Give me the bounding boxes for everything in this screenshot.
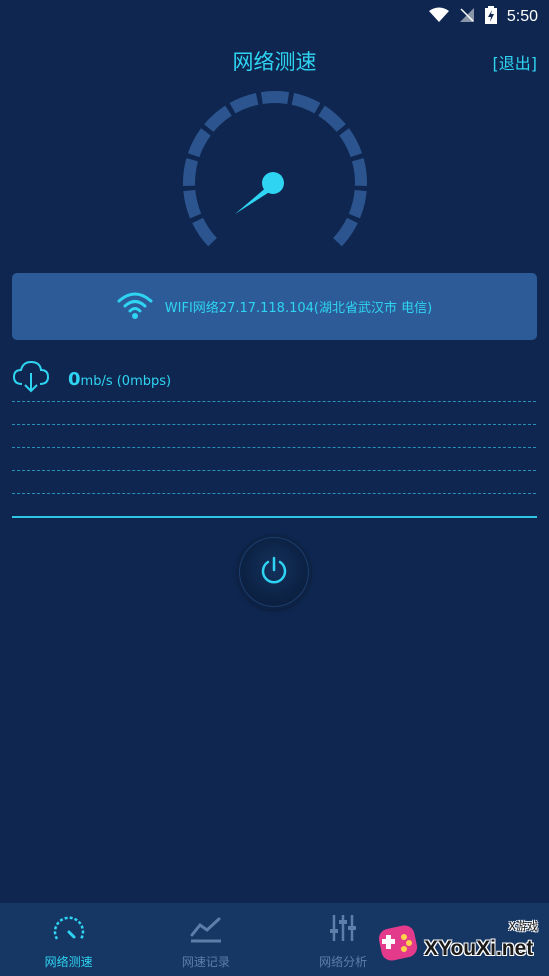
gauge-segment <box>183 158 198 186</box>
site-watermark: XYouXi.net X游戏 <box>376 918 546 972</box>
nav-item-speed-record[interactable]: 网速记录 <box>137 903 274 976</box>
exit-button[interactable]: [退出] <box>493 50 538 74</box>
power-icon <box>259 555 289 589</box>
sliders-icon <box>326 913 360 947</box>
network-info-card: WIFI网络27.17.118.104(湖北省武汉市 电信) <box>12 273 537 340</box>
speed-gauge <box>183 91 367 247</box>
speedometer-icon <box>52 913 86 947</box>
status-bar: 5:50 <box>0 0 549 34</box>
gauge-segment <box>204 105 232 132</box>
graph-gridline <box>12 493 536 494</box>
graph-gridline <box>12 447 536 448</box>
page-title: 网络测速 <box>232 50 317 74</box>
battery-icon <box>484 6 497 28</box>
status-time: 5:50 <box>506 8 538 25</box>
gauge-segment <box>348 190 367 219</box>
graph-gridline <box>12 470 536 471</box>
gauge-needle-tip <box>262 172 284 194</box>
gauge-segment <box>187 128 211 158</box>
gauge-segment <box>339 128 363 158</box>
watermark-text: XYouXi.net <box>424 937 534 960</box>
graph-baseline <box>12 516 537 518</box>
chart-icon <box>189 913 223 947</box>
cell-signal-icon <box>459 7 475 27</box>
watermark-small-text: X游戏 <box>508 920 538 933</box>
wifi-signal-icon <box>428 7 449 27</box>
nav-label: 网络测速 <box>44 955 93 969</box>
gamepad-logo-icon <box>376 921 420 969</box>
gauge-segment <box>192 217 217 247</box>
gauge-segment <box>229 93 259 114</box>
download-speed-row: 0mb/s (0mbps) <box>12 360 171 398</box>
graph-gridline <box>12 401 536 402</box>
gauge-segment <box>352 158 367 186</box>
gauge-segments <box>183 91 367 247</box>
gauge-segment <box>318 105 346 132</box>
gauge-segment <box>333 217 358 247</box>
start-test-button[interactable] <box>239 537 309 607</box>
network-info-text: WIFI网络27.17.118.104(湖北省武汉市 电信) <box>164 301 433 316</box>
download-speed-unit: mb/s (0mbps) <box>80 373 172 389</box>
nav-item-speed-test[interactable]: 网络测速 <box>0 903 137 976</box>
cloud-download-icon <box>12 360 50 398</box>
download-speed-text: 0mb/s (0mbps) <box>68 369 171 390</box>
gauge-segment <box>183 190 202 219</box>
nav-label: 网络分析 <box>319 955 368 969</box>
wifi-icon <box>117 291 153 323</box>
gauge-segment <box>260 91 290 104</box>
nav-label: 网速记录 <box>181 955 230 969</box>
gauge-segment <box>291 93 321 114</box>
graph-gridline <box>12 424 536 425</box>
download-speed-value: 0 <box>68 368 81 390</box>
